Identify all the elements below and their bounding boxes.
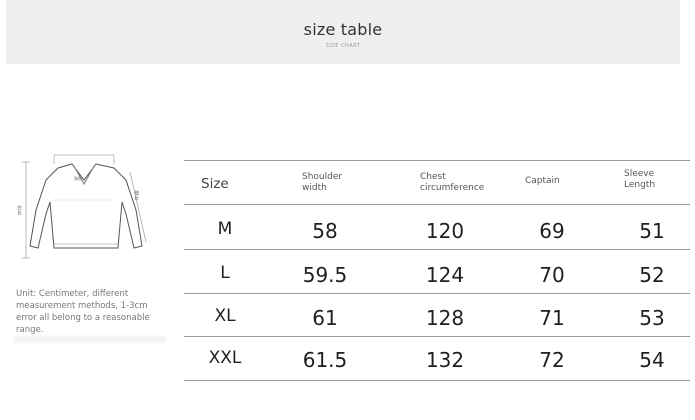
chest-label: 胸围 [74, 175, 82, 181]
page-title: size table [303, 20, 383, 39]
size-cell: XXL [208, 348, 242, 368]
shoulder-cell: 59.5 [302, 263, 348, 287]
chest-cell: 128 [425, 306, 465, 330]
header-band: size table SIZE CHART [6, 0, 680, 64]
sleeve-cell: 53 [639, 306, 665, 330]
shoulder-cell: 61.5 [302, 348, 348, 372]
page-subtitle: SIZE CHART [325, 43, 361, 49]
table-rule [184, 249, 690, 250]
garment-diagram: 胸围 衣长 袖长 [16, 154, 147, 259]
header-captain: Captain [525, 176, 560, 186]
chest-cell: 132 [425, 348, 465, 372]
captain-cell: 72 [539, 348, 565, 372]
size-cell: L [220, 263, 230, 283]
sweater-outline [29, 163, 143, 249]
table-rule [184, 380, 690, 381]
sleeve-cell: 51 [639, 219, 665, 243]
chest-cell: 124 [425, 263, 465, 287]
header-size: Size [201, 176, 229, 192]
size-cell: M [217, 219, 233, 239]
measurement-note: Unit: Centimeter, different measurement … [16, 289, 150, 335]
table-rule [184, 293, 690, 294]
header-chest-circumference: Chest circumference [420, 172, 485, 193]
shoulder-cell: 61 [312, 306, 338, 330]
table-rule [184, 336, 690, 337]
size-table: Size Shoulder width Chest circumference … [184, 160, 690, 382]
captain-cell: 70 [539, 263, 565, 287]
captain-cell: 71 [539, 306, 565, 330]
header-sleeve-length: Sleeve Length [624, 169, 656, 190]
shoulder-cell: 58 [312, 219, 338, 243]
sleeve-label: 袖长 [133, 189, 139, 201]
sleeve-guide-line [129, 171, 147, 243]
size-cell: XL [214, 306, 236, 326]
sleeve-cell: 52 [639, 263, 665, 287]
length-label: 衣长 [16, 204, 22, 216]
sleeve-cell: 54 [639, 348, 665, 372]
note-shadow [14, 334, 166, 344]
table-rule [184, 160, 690, 161]
table-rule [184, 204, 690, 205]
captain-cell: 69 [539, 219, 565, 243]
header-shoulder-width: Shoulder width [302, 172, 343, 193]
chest-cell: 120 [425, 219, 465, 243]
